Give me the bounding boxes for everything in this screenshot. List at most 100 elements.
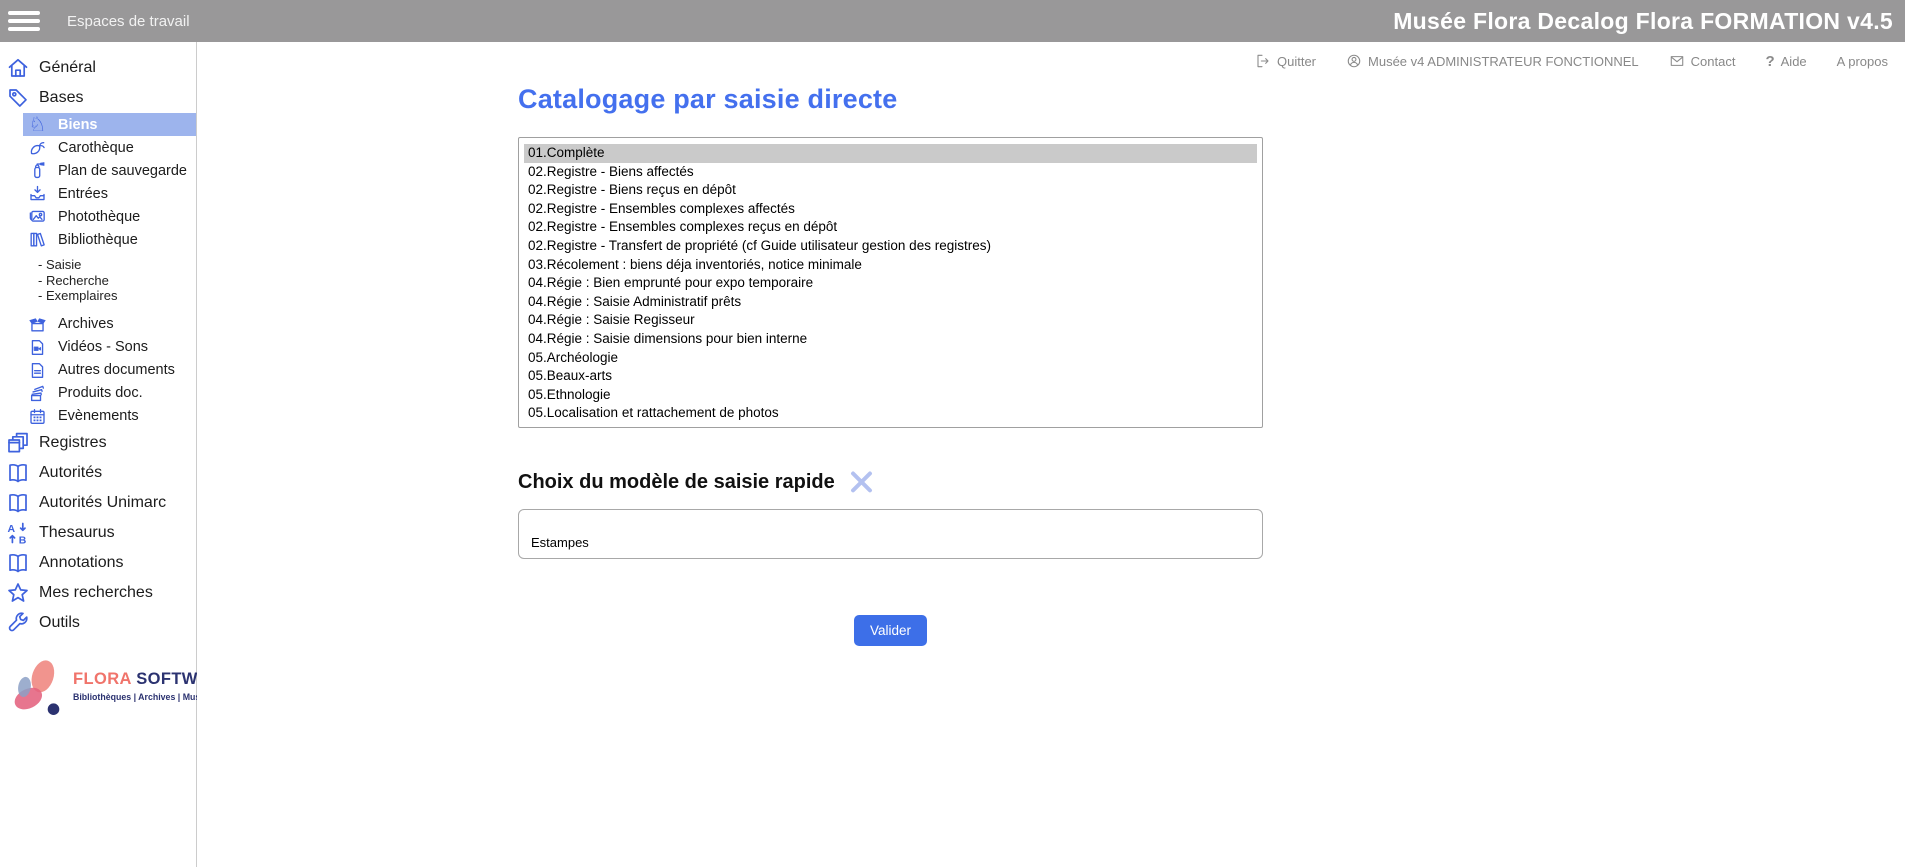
sidebar-item-carotheque[interactable]: Carothèque — [23, 136, 196, 159]
model-option[interactable]: 05.Ethnologie — [519, 386, 1262, 405]
sidebar-item-thesaurus[interactable]: AB Thesaurus — [0, 518, 196, 548]
sidebar-item-label: - Saisie — [38, 257, 81, 272]
sidebar-item-label: Bases — [39, 89, 83, 107]
app-title: Musée Flora Decalog Flora FORMATION v4.5 — [1393, 8, 1897, 35]
sidebar-item-label: Outils — [39, 614, 80, 632]
quick-model-input[interactable]: Estampes — [518, 509, 1263, 559]
sidebar-item-saisie[interactable]: - Saisie — [0, 257, 196, 273]
open-book-icon — [6, 461, 30, 485]
apropos-link[interactable]: A propos — [1837, 54, 1888, 69]
sidebar-item-label: Plan de sauvegarde — [58, 163, 187, 179]
model-option[interactable]: 04.Régie : Saisie Administratif prêts — [519, 293, 1262, 312]
sidebar-item-autres-documents[interactable]: Autres documents — [23, 359, 196, 382]
svg-text:B: B — [19, 534, 27, 544]
sidebar: Général Bases ♘ Biens Carothèque Plan de sauv… — [0, 42, 197, 867]
sidebar-item-label: Annotations — [39, 554, 124, 572]
open-book-icon — [6, 491, 30, 515]
model-option[interactable]: 02.Registre - Ensembles complexes reçus … — [519, 218, 1262, 237]
sidebar-item-biens[interactable]: ♘ Biens — [23, 113, 196, 136]
model-option[interactable]: 04.Régie : Saisie dimensions pour bien i… — [519, 330, 1262, 349]
sidebar-item-outils[interactable]: Outils — [0, 608, 196, 638]
open-book-icon — [6, 551, 30, 575]
sidebar-item-autorites[interactable]: Autorités — [0, 458, 196, 488]
quitter-link[interactable]: Quitter — [1255, 53, 1316, 69]
content-area: Catalogage par saisie directe 01.Complèt… — [197, 80, 1297, 646]
sidebar-item-label: Photothèque — [58, 209, 140, 225]
sidebar-item-label: Biens — [58, 117, 98, 133]
sidebar-item-bibliotheque[interactable]: Bibliothèque — [23, 228, 196, 251]
star-icon — [6, 581, 30, 605]
sidebar-item-bases[interactable]: Bases — [0, 83, 196, 113]
sidebar-item-label: Autorités — [39, 464, 102, 482]
sidebar-item-plan-de-sauvegarde[interactable]: Plan de sauvegarde — [23, 159, 196, 182]
model-option[interactable]: 02.Registre - Biens affectés — [519, 163, 1262, 182]
sidebar-item-exemplaires[interactable]: - Exemplaires — [0, 288, 196, 304]
hamburger-menu-icon[interactable] — [8, 11, 40, 31]
user-account-link[interactable]: Musée v4 ADMINISTRATEUR FONCTIONNEL — [1346, 53, 1639, 69]
sidebar-item-label: Produits doc. — [58, 385, 143, 401]
sidebar-item-registres[interactable]: Registres — [0, 428, 196, 458]
stack-icon — [28, 384, 47, 403]
model-option[interactable]: 05.Beaux-arts — [519, 367, 1262, 386]
quick-model-value: Estampes — [531, 535, 589, 550]
sort-alpha-icon: AB — [6, 521, 30, 545]
quick-model-header: Choix du modèle de saisie rapide — [518, 469, 1297, 496]
sidebar-item-label: Carothèque — [58, 140, 134, 156]
question-mark-icon: ? — [1765, 53, 1774, 70]
sidebar-item-evenements[interactable]: Evènements — [23, 405, 196, 428]
sidebar-nav: Général Bases ♘ Biens Carothèque Plan de sauv… — [0, 42, 196, 638]
document-icon — [28, 361, 47, 380]
windows-stack-icon — [6, 431, 30, 455]
sidebar-item-mes-recherches[interactable]: Mes recherches — [0, 578, 196, 608]
model-option[interactable]: 05.Archéologie — [519, 349, 1262, 368]
sidebar-item-autorites-unimarc[interactable]: Autorités Unimarc — [0, 488, 196, 518]
sidebar-item-entrees[interactable]: Entrées — [23, 182, 196, 205]
model-option[interactable]: 02.Registre - Transfert de propriété (cf… — [519, 237, 1262, 256]
open-box-icon — [28, 315, 47, 334]
sidebar-item-label: Autres documents — [58, 362, 175, 378]
sidebar-item-produits-doc[interactable]: Produits doc. — [23, 382, 196, 405]
user-circle-icon — [1346, 53, 1362, 69]
sidebar-item-label: Bibliothèque — [58, 232, 138, 248]
books-icon — [28, 230, 47, 249]
photo-icon — [28, 207, 47, 226]
sidebar-item-label: - Exemplaires — [38, 288, 117, 303]
sidebar-item-general[interactable]: Général — [0, 53, 196, 83]
sidebar-item-phototheque[interactable]: Photothèque — [23, 205, 196, 228]
video-file-icon — [28, 338, 47, 357]
contact-link[interactable]: Contact — [1669, 53, 1736, 69]
tag-icon — [6, 86, 30, 110]
sidebar-item-label: Registres — [39, 434, 107, 452]
model-option[interactable]: 05.Localisation et rattachement de photo… — [519, 404, 1262, 423]
model-listbox[interactable]: 01.Complète02.Registre - Biens affectés0… — [518, 137, 1263, 428]
model-option[interactable]: 04.Régie : Bien emprunté pour expo tempo… — [519, 274, 1262, 293]
model-option[interactable]: 04.Régie : Saisie Regisseur — [519, 311, 1262, 330]
model-option[interactable]: 02.Registre - Biens reçus en dépôt — [519, 181, 1262, 200]
sidebar-item-videos-sons[interactable]: Vidéos - Sons — [23, 336, 196, 359]
model-option[interactable]: 01.Complète — [524, 144, 1257, 163]
sidebar-item-label: Mes recherches — [39, 584, 153, 602]
sidebar-item-label: Vidéos - Sons — [58, 339, 148, 355]
svg-text:A: A — [8, 523, 16, 535]
sidebar-item-label: Thesaurus — [39, 524, 115, 542]
sidebar-item-annotations[interactable]: Annotations — [0, 548, 196, 578]
sidebar-item-label: Archives — [58, 316, 114, 332]
quick-model-heading: Choix du modèle de saisie rapide — [518, 471, 835, 494]
button-row: Valider — [518, 615, 1263, 646]
page-title: Catalogage par saisie directe — [518, 84, 1297, 115]
clear-x-icon[interactable] — [848, 469, 875, 496]
sidebar-item-label: Entrées — [58, 186, 108, 202]
flora-logo: FLORA SOFTWARE Bibliothèques | Archives … — [0, 654, 196, 718]
model-option[interactable]: 02.Registre - Ensembles complexes affect… — [519, 200, 1262, 219]
mail-icon — [1669, 53, 1685, 69]
logout-icon — [1255, 53, 1271, 69]
sidebar-item-recherche[interactable]: - Recherche — [0, 273, 196, 289]
aide-link[interactable]: ? Aide — [1765, 53, 1806, 70]
chess-knight-icon: ♘ — [28, 115, 47, 134]
model-option[interactable]: 03.Récolement : biens déja inventoriés, … — [519, 256, 1262, 275]
wrench-icon — [6, 611, 30, 635]
main-area: Quitter Musée v4 ADMINISTRATEUR FONCTION… — [197, 42, 1905, 867]
utility-bar: Quitter Musée v4 ADMINISTRATEUR FONCTION… — [197, 42, 1905, 80]
sidebar-item-archives[interactable]: Archives — [23, 313, 196, 336]
valider-button[interactable]: Valider — [854, 615, 927, 646]
